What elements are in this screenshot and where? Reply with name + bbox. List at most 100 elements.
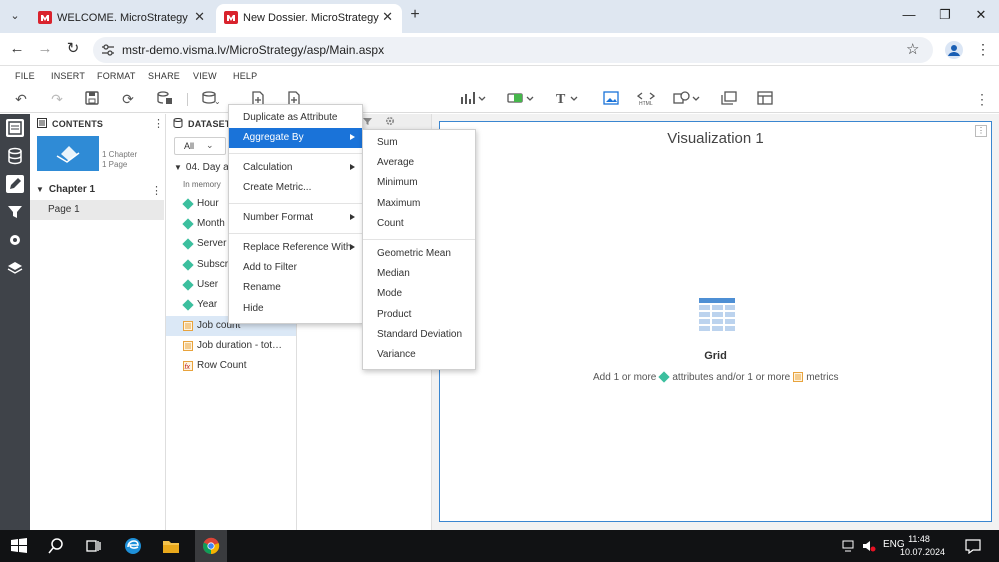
notifications-icon[interactable] (965, 538, 981, 554)
insert-visualization-icon[interactable] (460, 91, 486, 107)
contents-menu-icon[interactable]: ⋮ (153, 117, 164, 130)
visualization-menu-icon[interactable]: ⋮ (975, 125, 987, 137)
aggregate-option-variance[interactable]: Variance (363, 345, 475, 365)
undo-icon[interactable]: ↶ (12, 91, 30, 107)
aggregate-option-standard-deviation[interactable]: Standard Deviation (363, 325, 475, 345)
toolbar-more-icon[interactable]: ⋮ (973, 91, 991, 107)
chapter-thumbnail[interactable] (37, 136, 99, 171)
browser-tab-new-dossier[interactable]: New Dossier. MicroStrategy ✕ (216, 4, 402, 33)
reload-icon[interactable]: ↻ (64, 40, 82, 58)
field-job-duration[interactable]: Job duration - tot… (166, 336, 296, 356)
browser-tab-welcome[interactable]: WELCOME. MicroStrategy ✕ (30, 4, 214, 33)
dataset-row[interactable]: ▼ 04. Day ac (174, 162, 234, 173)
menu-format[interactable]: FORMAT (97, 71, 136, 81)
aggregate-option-mode[interactable]: Mode (363, 284, 475, 304)
field-row-count[interactable]: fx Row Count (166, 356, 296, 376)
aggregate-option-sum[interactable]: Sum (363, 133, 475, 153)
chapter-row[interactable]: ▼ Chapter 1 (36, 184, 95, 195)
browser-menu-icon[interactable]: ⋮ (976, 41, 990, 58)
chrome-browser-icon[interactable] (202, 537, 220, 555)
insert-filter-icon[interactable] (507, 91, 535, 107)
add-data-icon[interactable]: ⌄ (202, 91, 221, 107)
menu-insert[interactable]: INSERT (51, 71, 85, 81)
visualization-title[interactable]: Visualization 1 (440, 130, 991, 147)
task-view-icon[interactable] (84, 537, 102, 555)
aggregate-option-product[interactable]: Product (363, 305, 475, 325)
volume-muted-icon[interactable] (862, 539, 876, 553)
contents-title: CONTENTS (52, 119, 104, 129)
insert-text-icon[interactable]: T (555, 91, 581, 107)
menu-help[interactable]: HELP (233, 71, 257, 81)
editor-panel-icon[interactable] (6, 175, 24, 193)
aggregate-option-count[interactable]: Count (363, 214, 475, 234)
app-menubar: FILE INSERT FORMAT SHARE VIEW HELP (0, 67, 999, 85)
page-row[interactable]: Page 1 (30, 200, 164, 220)
menu-item-number-format[interactable]: Number Format (229, 208, 362, 228)
menu-item-hide[interactable]: Hide (229, 299, 362, 319)
network-icon[interactable] (842, 539, 856, 553)
file-explorer-icon[interactable] (162, 537, 180, 555)
bookmark-star-icon[interactable]: ☆ (906, 40, 919, 58)
edge-browser-icon[interactable] (124, 537, 142, 555)
data-pause-icon[interactable] (156, 91, 174, 107)
aggregate-option-geometric-mean[interactable]: Geometric Mean (363, 244, 475, 264)
windows-taskbar: ENG 11:48 10.07.2024 (0, 530, 999, 562)
aggregate-option-average[interactable]: Average (363, 153, 475, 173)
windows-start-icon[interactable] (10, 537, 28, 555)
insert-shape-icon[interactable] (673, 91, 701, 107)
grid-icon (695, 292, 739, 336)
datasets-panel-icon[interactable] (6, 147, 24, 165)
menu-share[interactable]: SHARE (148, 71, 180, 81)
tab-search-chevron-icon[interactable]: ⌄ (5, 6, 25, 26)
menu-item-create-metric[interactable]: Create Metric... (229, 178, 362, 198)
forward-arrow-icon[interactable]: → (36, 40, 54, 58)
save-icon[interactable] (83, 91, 101, 107)
window-close-icon[interactable]: ✕ (972, 7, 990, 23)
search-icon[interactable] (47, 537, 65, 555)
dataset-name: 04. Day ac (185, 162, 234, 173)
visualization-container[interactable]: Visualization 1 ⋮ Grid Add 1 or more attr… (439, 121, 992, 522)
tab-close-icon[interactable]: ✕ (382, 9, 393, 25)
menu-item-rename[interactable]: Rename (229, 278, 362, 298)
site-settings-icon[interactable] (101, 43, 115, 57)
aggregate-option-minimum[interactable]: Minimum (363, 173, 475, 193)
gear-icon[interactable] (385, 116, 395, 126)
layout-panel-icon[interactable] (756, 91, 774, 107)
chapter-menu-icon[interactable]: ⋮ (151, 184, 162, 197)
aggregate-option-maximum[interactable]: Maximum (363, 194, 475, 214)
chevron-down-icon: ▼ (174, 163, 182, 172)
menu-item-add-to-filter[interactable]: Add to Filter (229, 258, 362, 278)
url-omnibox[interactable]: mstr-demo.visma.lv/MicroStrategy/asp/Mai… (93, 37, 933, 63)
format-panel-icon[interactable] (6, 231, 24, 249)
menu-item-duplicate-as-attribute[interactable]: Duplicate as Attribute (229, 108, 362, 128)
filter-panel-icon[interactable] (6, 203, 24, 221)
insert-html-icon[interactable]: HTML (636, 91, 656, 107)
duplicate-visualization-icon[interactable] (720, 91, 738, 107)
url-text: mstr-demo.visma.lv/MicroStrategy/asp/Mai… (122, 43, 385, 57)
profile-avatar-icon[interactable] (945, 41, 963, 59)
menu-item-replace-reference[interactable]: Replace Reference With (229, 238, 362, 258)
taskbar-clock[interactable]: 11:48 10.07.2024 (900, 533, 945, 559)
filter-icon[interactable] (363, 117, 372, 126)
submenu-arrow-icon (350, 244, 355, 250)
menu-file[interactable]: FILE (15, 71, 35, 81)
redo-icon[interactable]: ↷ (48, 91, 66, 107)
aggregate-option-median[interactable]: Median (363, 264, 475, 284)
menu-item-calculation[interactable]: Calculation (229, 158, 362, 178)
dataset-filter-dropdown[interactable]: All ⌄ (174, 137, 226, 155)
menu-view[interactable]: VIEW (193, 71, 217, 81)
window-minimize-icon[interactable]: — (900, 7, 918, 22)
contents-panel-icon[interactable] (6, 119, 24, 137)
attribute-icon (182, 218, 194, 230)
menu-item-aggregate-by[interactable]: Aggregate By (229, 128, 362, 148)
back-arrow-icon[interactable]: ← (8, 40, 26, 58)
refresh-icon[interactable]: ⟳ (119, 91, 137, 107)
chevron-down-icon: ▼ (36, 185, 44, 194)
insert-image-icon[interactable] (602, 91, 620, 107)
chevron-down-icon: ⌄ (206, 140, 214, 150)
attribute-icon (182, 198, 194, 210)
layers-panel-icon[interactable] (6, 259, 24, 277)
window-restore-icon[interactable]: ❐ (936, 7, 954, 23)
tab-close-icon[interactable]: ✕ (194, 9, 205, 25)
new-tab-plus-icon[interactable]: + (406, 6, 424, 24)
